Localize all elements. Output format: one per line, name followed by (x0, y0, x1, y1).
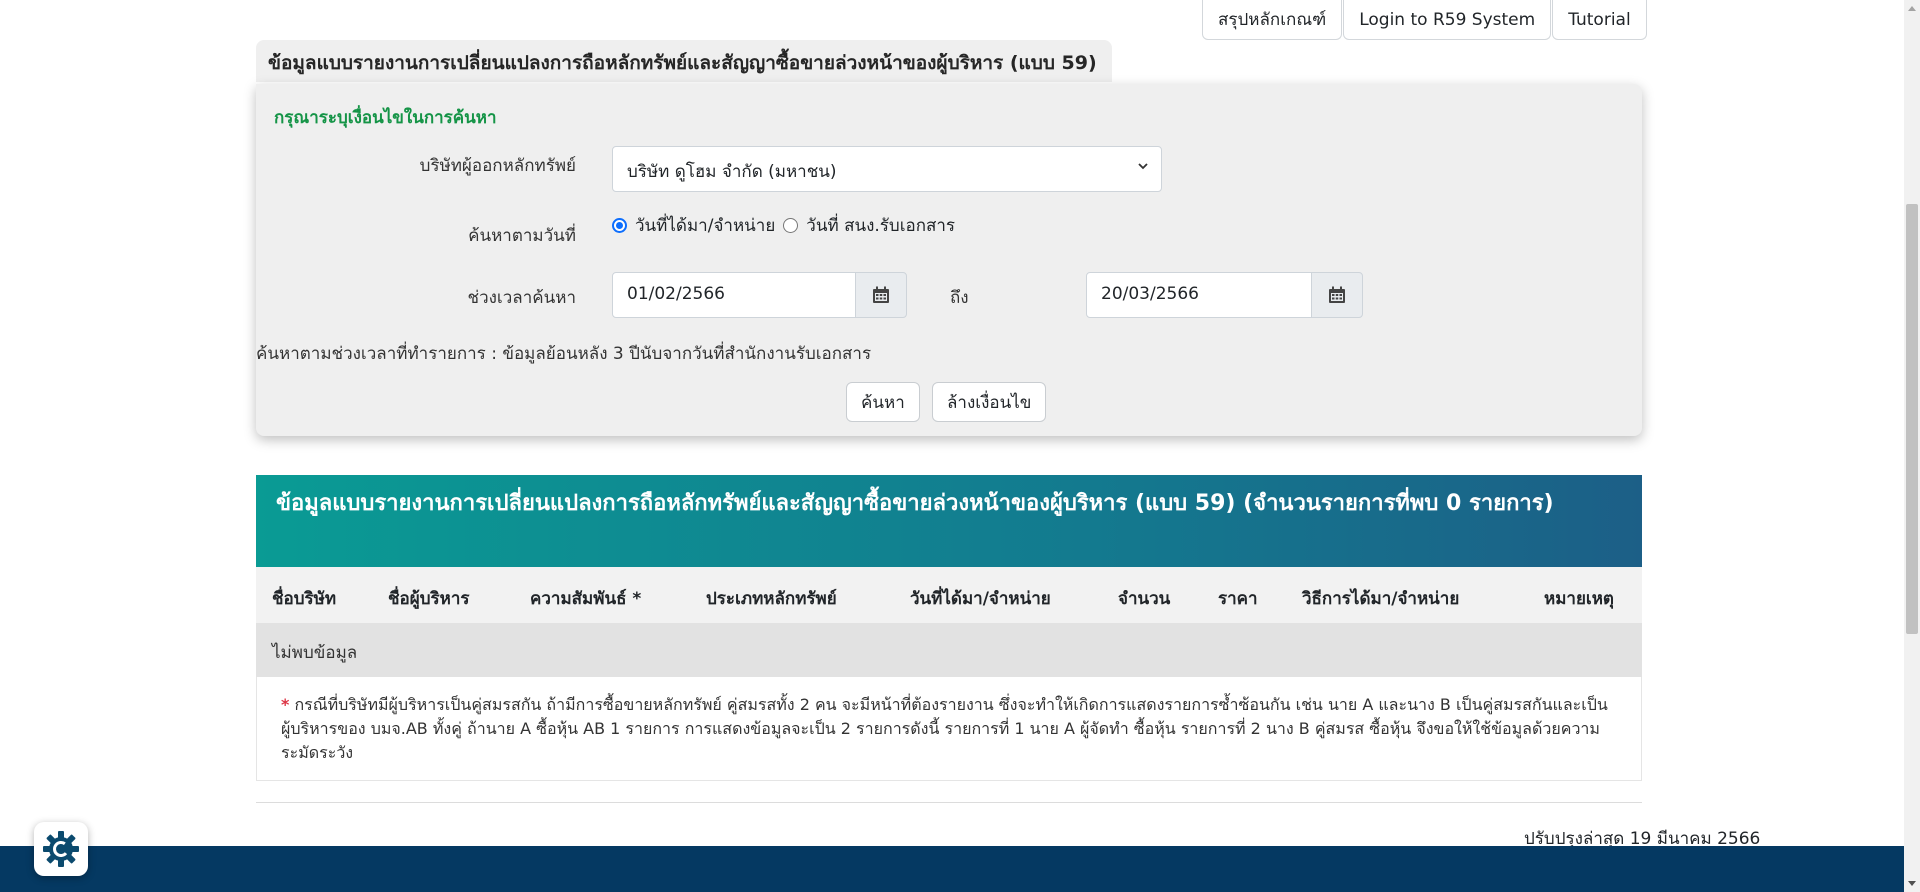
calendar-icon (873, 286, 889, 303)
date-by-label: ค้นหาตามวันที่ (468, 226, 576, 246)
table-header-row: ชื่อบริษัท ชื่อผู้บริหาร ความสัมพันธ์ * … (256, 567, 1642, 623)
issuer-label: บริษัทผู้ออกหลักทรัพย์ (419, 156, 576, 176)
radio-acquire[interactable] (612, 218, 627, 233)
issuer-select-value: บริษัท ดูโฮม จำกัด (มหาชน) (627, 162, 837, 182)
login-r59-button[interactable]: Login to R59 System (1343, 0, 1552, 40)
tutorial-button[interactable]: Tutorial (1552, 0, 1647, 40)
footnote-text: กรณีที่บริษัทมีผู้บริหารเป็นคู่สมรสกัน ถ… (281, 695, 1608, 762)
column-header: ความสัมพันธ์ * (530, 589, 642, 609)
no-data-row: ไม่พบข้อมูล (256, 623, 1642, 677)
date-by-radio-group: วันที่ได้มา/จำหน่าย วันที่ สนง.รับเอกสาร (612, 212, 955, 239)
scroll-up-arrow[interactable] (1904, 0, 1920, 16)
column-header: วิธีการได้มา/จำหน่าย (1302, 589, 1460, 609)
footnote-star: * (281, 695, 290, 714)
date-from-input[interactable]: 01/02/2566 (612, 272, 856, 318)
section-title: ข้อมูลแบบรายงานการเปลี่ยนแปลงการถือหลักท… (256, 40, 1112, 82)
column-header: จำนวน (1118, 589, 1171, 609)
date-to-input[interactable]: 20/03/2566 (1086, 272, 1312, 318)
search-panel: กรุณาระบุเงื่อนไขในการค้นหา บริษัทผู้ออก… (256, 84, 1642, 436)
to-label: ถึง (950, 288, 969, 308)
divider (256, 802, 1642, 803)
radio-acquire-label[interactable]: วันที่ได้มา/จำหน่าย (635, 212, 775, 239)
criteria-summary-button[interactable]: สรุปหลักเกณฑ์ (1202, 0, 1343, 40)
floating-widget-button[interactable] (34, 822, 88, 876)
spouse-footnote: * กรณีที่บริษัทมีผู้บริหารเป็นคู่สมรสกัน… (256, 677, 1642, 781)
period-label: ช่วงเวลาค้นหา (467, 288, 576, 308)
top-nav: สรุปหลักเกณฑ์ Login to R59 System Tutori… (1202, 0, 1648, 40)
results-header: ข้อมูลแบบรายงานการเปลี่ยนแปลงการถือหลักท… (256, 475, 1642, 567)
column-header: ชื่อผู้บริหาร (388, 589, 470, 609)
scroll-down-arrow[interactable] (1904, 876, 1920, 892)
column-header: ชื่อบริษัท (272, 589, 337, 609)
date-to-calendar-button[interactable] (1311, 272, 1363, 318)
column-header: ราคา (1218, 589, 1258, 609)
gear-c-icon (43, 831, 79, 867)
search-button[interactable]: ค้นหา (846, 382, 920, 422)
issuer-select[interactable]: บริษัท ดูโฮม จำกัด (มหาชน) (612, 146, 1162, 192)
column-header: ประเภทหลักทรัพย์ (706, 589, 837, 609)
radio-received[interactable] (783, 218, 799, 233)
date-from-calendar-button[interactable] (855, 272, 907, 318)
column-header: หมายเหตุ (1544, 589, 1614, 609)
radio-received-label[interactable]: วันที่ สนง.รับเอกสาร (806, 212, 955, 239)
search-heading: กรุณาระบุเงื่อนไขในการค้นหา (274, 108, 497, 128)
clear-conditions-button[interactable]: ล้างเงื่อนไข (932, 382, 1047, 422)
search-period-note: ค้นหาตามช่วงเวลาที่ทำรายการ : ข้อมูลย้อน… (256, 344, 872, 364)
scrollbar-thumb[interactable] (1906, 204, 1918, 634)
calendar-icon (1329, 286, 1345, 303)
chevron-down-icon (1138, 163, 1148, 170)
column-header: วันที่ได้มา/จำหน่าย (910, 589, 1051, 609)
footer (0, 846, 1904, 892)
